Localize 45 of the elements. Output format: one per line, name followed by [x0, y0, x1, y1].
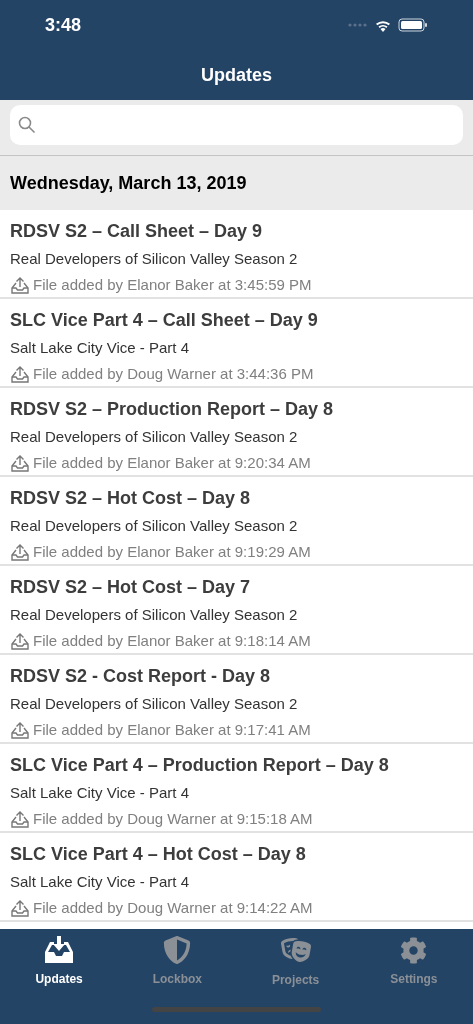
upload-icon — [10, 720, 30, 739]
upload-icon — [10, 453, 30, 472]
update-detail: File added by Elanor Baker at 9:17:41 AM — [33, 719, 311, 740]
update-detail: File added by Doug Warner at 3:44:36 PM — [33, 363, 314, 384]
tab-bar-item[interactable]: Updates — [0, 929, 119, 995]
upload-icon — [10, 809, 30, 828]
search-field[interactable] — [10, 105, 463, 145]
update-title: RDSV S2 – Call Sheet – Day 9 — [10, 220, 264, 243]
update-project: Salt Lake City Vice - Part 4 — [10, 872, 190, 892]
upload-icon — [10, 275, 30, 294]
theater-masks-icon — [280, 935, 311, 965]
update-detail: File added by Elanor Baker at 9:20:34 AM — [33, 452, 311, 473]
update-title: RDSV S2 – Hot Cost – Day 8 — [10, 487, 252, 510]
signal-icon — [348, 23, 368, 27]
update-project: Salt Lake City Vice - Part 4 — [10, 783, 190, 803]
status-time: 3:48 — [45, 13, 82, 37]
update-detail: File added by Doug Warner at 9:15:18 AM — [33, 808, 313, 829]
update-project: Real Developers of Silicon Valley Season 2 — [10, 694, 299, 714]
wifi-icon — [374, 18, 392, 32]
update-title: SLC Vice Part 4 – Hot Cost – Day 8 — [10, 843, 307, 866]
upload-icon — [10, 898, 30, 917]
search-icon — [18, 116, 36, 134]
update-project: Real Developers of Silicon Valley Season 2 — [10, 605, 299, 625]
upload-icon — [10, 542, 30, 561]
upload-icon — [10, 364, 30, 383]
update-detail: File added by Elanor Baker at 3:45:59 PM — [33, 274, 312, 295]
update-title: RDSV S2 – Production Report – Day 8 — [10, 398, 335, 421]
nav-title: Updates — [201, 63, 272, 87]
update-project: Real Developers of Silicon Valley Season 2 — [10, 427, 299, 447]
update-detail: File added by Doug Warner at 9:14:22 AM — [33, 897, 313, 918]
battery-icon — [398, 18, 428, 32]
update-project: Real Developers of Silicon Valley Season 2 — [10, 249, 299, 269]
update-project: Real Developers of Silicon Valley Season 2 — [10, 516, 299, 536]
update-title: RDSV S2 - Cost Report - Day 8 — [10, 665, 272, 688]
update-title: RDSV S2 – Hot Cost – Day 7 — [10, 576, 252, 599]
upload-icon — [10, 631, 30, 650]
update-title: SLC Vice Part 4 – Call Sheet – Day 9 — [10, 309, 319, 332]
update-project: Salt Lake City Vice - Part 4 — [10, 338, 190, 358]
update-detail: File added by Elanor Baker at 9:19:29 AM — [33, 541, 311, 562]
section-header: Wednesday, March 13, 2019 — [0, 156, 473, 210]
settings-icon — [400, 936, 428, 964]
inbox-download-icon — [44, 936, 75, 964]
update-title: SLC Vice Part 4 – Production Report – Day 8 — [10, 754, 390, 777]
update-detail: File added by Elanor Baker at 9:18:14 AM — [33, 630, 311, 651]
shield-icon — [163, 936, 192, 964]
